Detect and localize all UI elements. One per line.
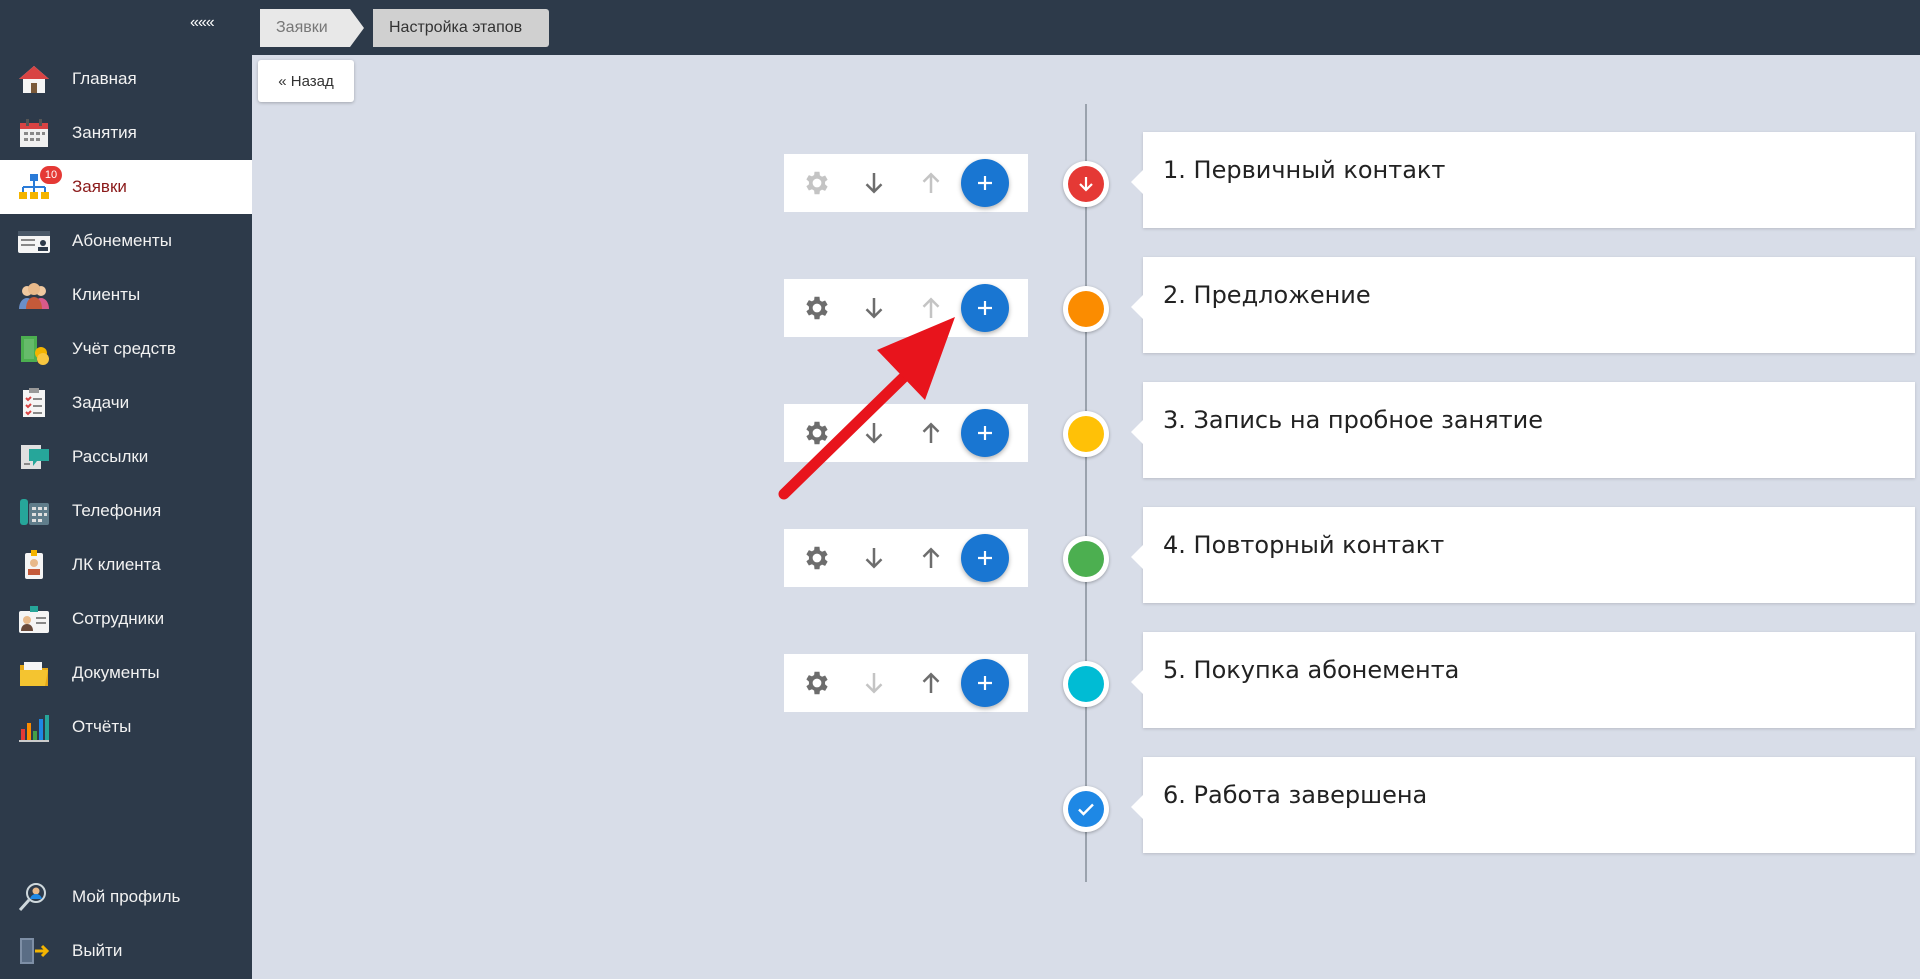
move-up-arrow-icon[interactable] (916, 543, 946, 573)
add-stage-button[interactable] (961, 409, 1009, 457)
stage-settings-gear-icon[interactable] (802, 418, 832, 448)
stage-color-dot (1068, 541, 1104, 577)
logout-icon (17, 935, 51, 967)
stage-row: 2. Предложение (0, 257, 1920, 357)
move-up-arrow-icon[interactable] (916, 168, 946, 198)
plus-icon (978, 551, 992, 565)
add-stage-button[interactable] (961, 534, 1009, 582)
sidebar-item-home[interactable]: Главная (0, 52, 252, 106)
sidebar-bottom-menu: Мой профиль Выйти (0, 870, 252, 978)
plus-icon (978, 426, 992, 440)
sidebar-item-logout[interactable]: Выйти (0, 924, 252, 978)
plus-icon (978, 176, 992, 190)
sidebar-item-label: Мой профиль (72, 887, 181, 906)
stage-settings-gear-icon[interactable] (802, 168, 832, 198)
stage-row: 6. Работа завершена (0, 757, 1920, 857)
stage-marker (1063, 536, 1109, 582)
topbar: Заявки Настройка этапов (252, 0, 1920, 55)
stage-row: 1. Первичный контакт (0, 132, 1920, 232)
stage-marker (1063, 161, 1109, 207)
staff-icon (17, 603, 51, 635)
move-down-arrow-icon[interactable] (859, 543, 889, 573)
check-icon (1078, 803, 1094, 816)
back-button[interactable]: « Назад (258, 60, 354, 102)
sidebar-item-label: Абонементы (72, 231, 172, 250)
stage-color-dot (1068, 791, 1104, 827)
stage-marker (1063, 786, 1109, 832)
sidebar-item-label: Главная (72, 69, 137, 88)
stage-toolbar (784, 279, 1028, 337)
stage-toolbar (784, 654, 1028, 712)
stage-title: 1. Первичный контакт (1163, 156, 1446, 184)
stage-row: 3. Запись на пробное занятие (0, 382, 1920, 482)
move-down-arrow-icon[interactable] (859, 418, 889, 448)
stage-row: 5. Покупка абонемента (0, 632, 1920, 732)
sidebar-item-label: Выйти (72, 941, 123, 960)
stage-title: 6. Работа завершена (1163, 781, 1428, 809)
stage-color-dot (1068, 666, 1104, 702)
stage-title: 2. Предложение (1163, 281, 1371, 309)
stage-row: 4. Повторный контакт (0, 507, 1920, 607)
breadcrumb-requests[interactable]: Заявки (260, 9, 364, 47)
sidebar-item-profile[interactable]: Мой профиль (0, 870, 252, 924)
add-stage-button[interactable] (961, 284, 1009, 332)
add-stage-button[interactable] (961, 659, 1009, 707)
plus-icon (978, 301, 992, 315)
stage-color-dot (1068, 416, 1104, 452)
move-up-arrow-icon[interactable] (916, 293, 946, 323)
sidebar-item-label: Сотрудники (72, 609, 165, 628)
stage-settings-gear-icon[interactable] (802, 543, 832, 573)
stage-marker (1063, 661, 1109, 707)
move-up-arrow-icon[interactable] (916, 668, 946, 698)
move-up-arrow-icon[interactable] (916, 418, 946, 448)
stage-card[interactable]: 1. Первичный контакт (1131, 132, 1915, 228)
stage-card[interactable]: 6. Работа завершена (1131, 757, 1915, 853)
stage-settings-gear-icon[interactable] (802, 668, 832, 698)
add-stage-button[interactable] (961, 159, 1009, 207)
plus-icon (978, 676, 992, 690)
move-down-arrow-icon[interactable] (859, 293, 889, 323)
breadcrumb-stage-settings[interactable]: Настройка этапов (373, 9, 549, 47)
stage-toolbar (784, 154, 1028, 212)
stage-settings-gear-icon[interactable] (802, 293, 832, 323)
move-down-arrow-icon[interactable] (859, 168, 889, 198)
collapse-sidebar-button[interactable]: ««« (190, 14, 215, 32)
stage-title: 3. Запись на пробное занятие (1163, 406, 1544, 434)
home-icon (17, 63, 51, 95)
move-down-arrow-icon[interactable] (859, 668, 889, 698)
stage-card[interactable]: 2. Предложение (1131, 257, 1915, 353)
profile-icon (17, 881, 51, 913)
stage-toolbar (784, 404, 1028, 462)
stage-color-dot (1068, 166, 1104, 202)
stage-card[interactable]: 4. Повторный контакт (1131, 507, 1915, 603)
stage-card[interactable]: 3. Запись на пробное занятие (1131, 382, 1915, 478)
stage-marker (1063, 286, 1109, 332)
stage-marker (1063, 411, 1109, 457)
stage-title: 5. Покупка абонемента (1163, 656, 1460, 684)
stage-title: 4. Повторный контакт (1163, 531, 1445, 559)
stage-toolbar (784, 529, 1028, 587)
stage-card[interactable]: 5. Покупка абонемента (1131, 632, 1915, 728)
stage-color-dot (1068, 291, 1104, 327)
arrow-down-icon (1079, 177, 1093, 192)
